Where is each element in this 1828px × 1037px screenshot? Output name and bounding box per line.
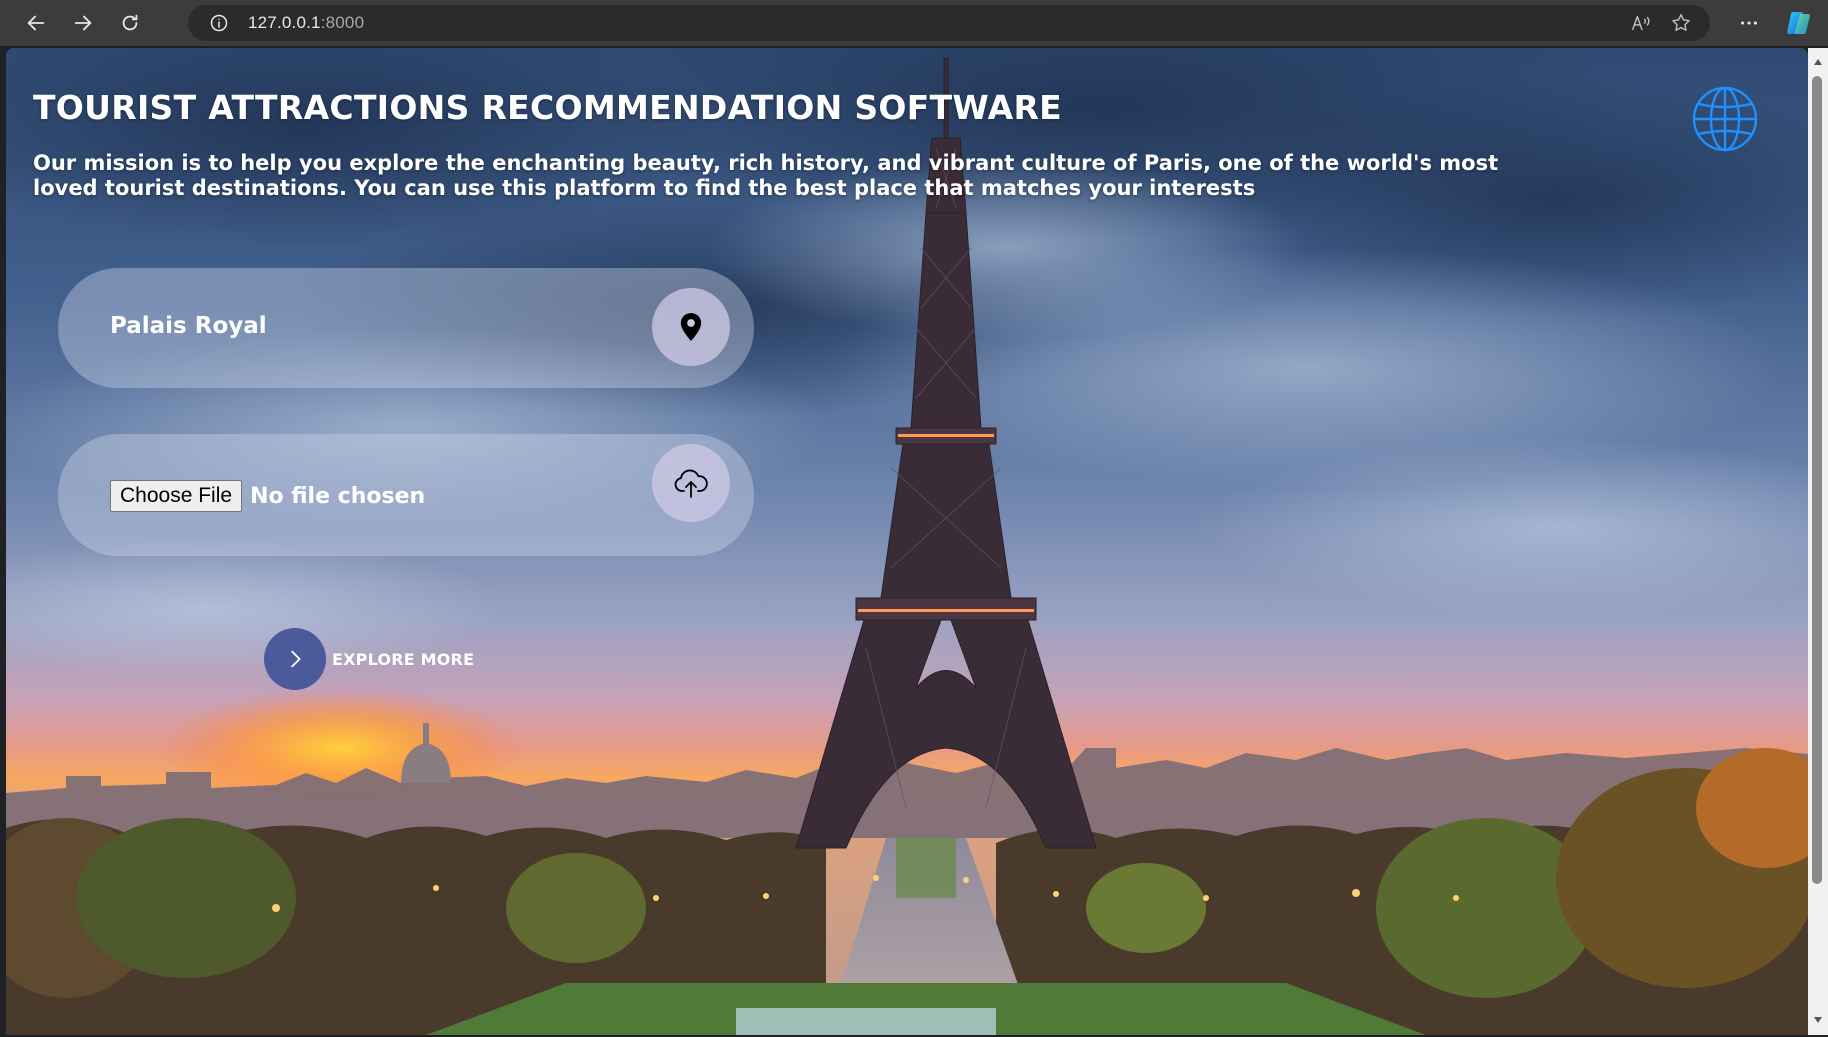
explore-circle[interactable]: [264, 628, 326, 690]
upload-button[interactable]: [652, 444, 730, 522]
language-globe-button[interactable]: [1690, 84, 1760, 154]
chevron-right-icon: [291, 650, 301, 668]
explore-more-label: EXPLORE MORE: [332, 649, 475, 669]
more-button[interactable]: [1730, 4, 1768, 42]
arrow-left-icon: [27, 15, 45, 31]
globe-icon: [1692, 86, 1758, 152]
explore-more-button[interactable]: EXPLORE MORE: [264, 628, 474, 690]
read-aloud-button[interactable]: [1626, 8, 1656, 38]
triangle-up-icon: [1814, 59, 1822, 65]
page-viewport: TOURIST ATTRACTIONS RECOMMENDATION SOFTW…: [6, 48, 1808, 1035]
triangle-down-icon: [1814, 1017, 1822, 1023]
url-text[interactable]: 127.0.0.1:8000: [248, 13, 364, 33]
arrow-right-icon: [74, 15, 92, 31]
choose-file-button[interactable]: Choose File: [110, 480, 243, 512]
url-host: 127.0.0.1: [248, 13, 321, 32]
info-icon: [210, 14, 228, 32]
file-status-text: No file chosen: [250, 483, 426, 509]
location-input[interactable]: [98, 302, 610, 350]
site-info-button[interactable]: [208, 12, 230, 34]
image-upload-box: Choose File No file chosen: [58, 434, 754, 556]
star-icon: [1672, 14, 1690, 31]
url-port: :8000: [320, 13, 365, 32]
page-title: TOURIST ATTRACTIONS RECOMMENDATION SOFTW…: [33, 88, 1063, 127]
browser-toolbar: 127.0.0.1:8000: [0, 0, 1828, 46]
address-bar[interactable]: 127.0.0.1:8000: [188, 5, 1710, 41]
cloud-upload-icon: [674, 469, 708, 498]
location-pin-icon: [680, 313, 702, 341]
favorite-button[interactable]: [1666, 8, 1696, 38]
mission-text: Our mission is to help you explore the e…: [33, 151, 1499, 200]
location-search-box: [58, 268, 754, 388]
copilot-button[interactable]: [1782, 6, 1816, 40]
scroll-up-arrow[interactable]: [1812, 56, 1824, 68]
more-icon: [1741, 21, 1757, 25]
reload-icon: [122, 14, 138, 31]
scroll-thumb[interactable]: [1812, 76, 1822, 884]
scroll-down-arrow[interactable]: [1812, 1014, 1824, 1026]
page-scrollbar[interactable]: [1808, 48, 1828, 1035]
read-aloud-icon: [1632, 15, 1650, 31]
reload-button[interactable]: [111, 4, 149, 42]
back-button[interactable]: [17, 4, 55, 42]
file-input[interactable]: Choose File No file chosen: [110, 480, 425, 512]
copilot-icon: [1787, 12, 1810, 34]
location-button[interactable]: [652, 288, 730, 366]
forward-button[interactable]: [64, 4, 102, 42]
